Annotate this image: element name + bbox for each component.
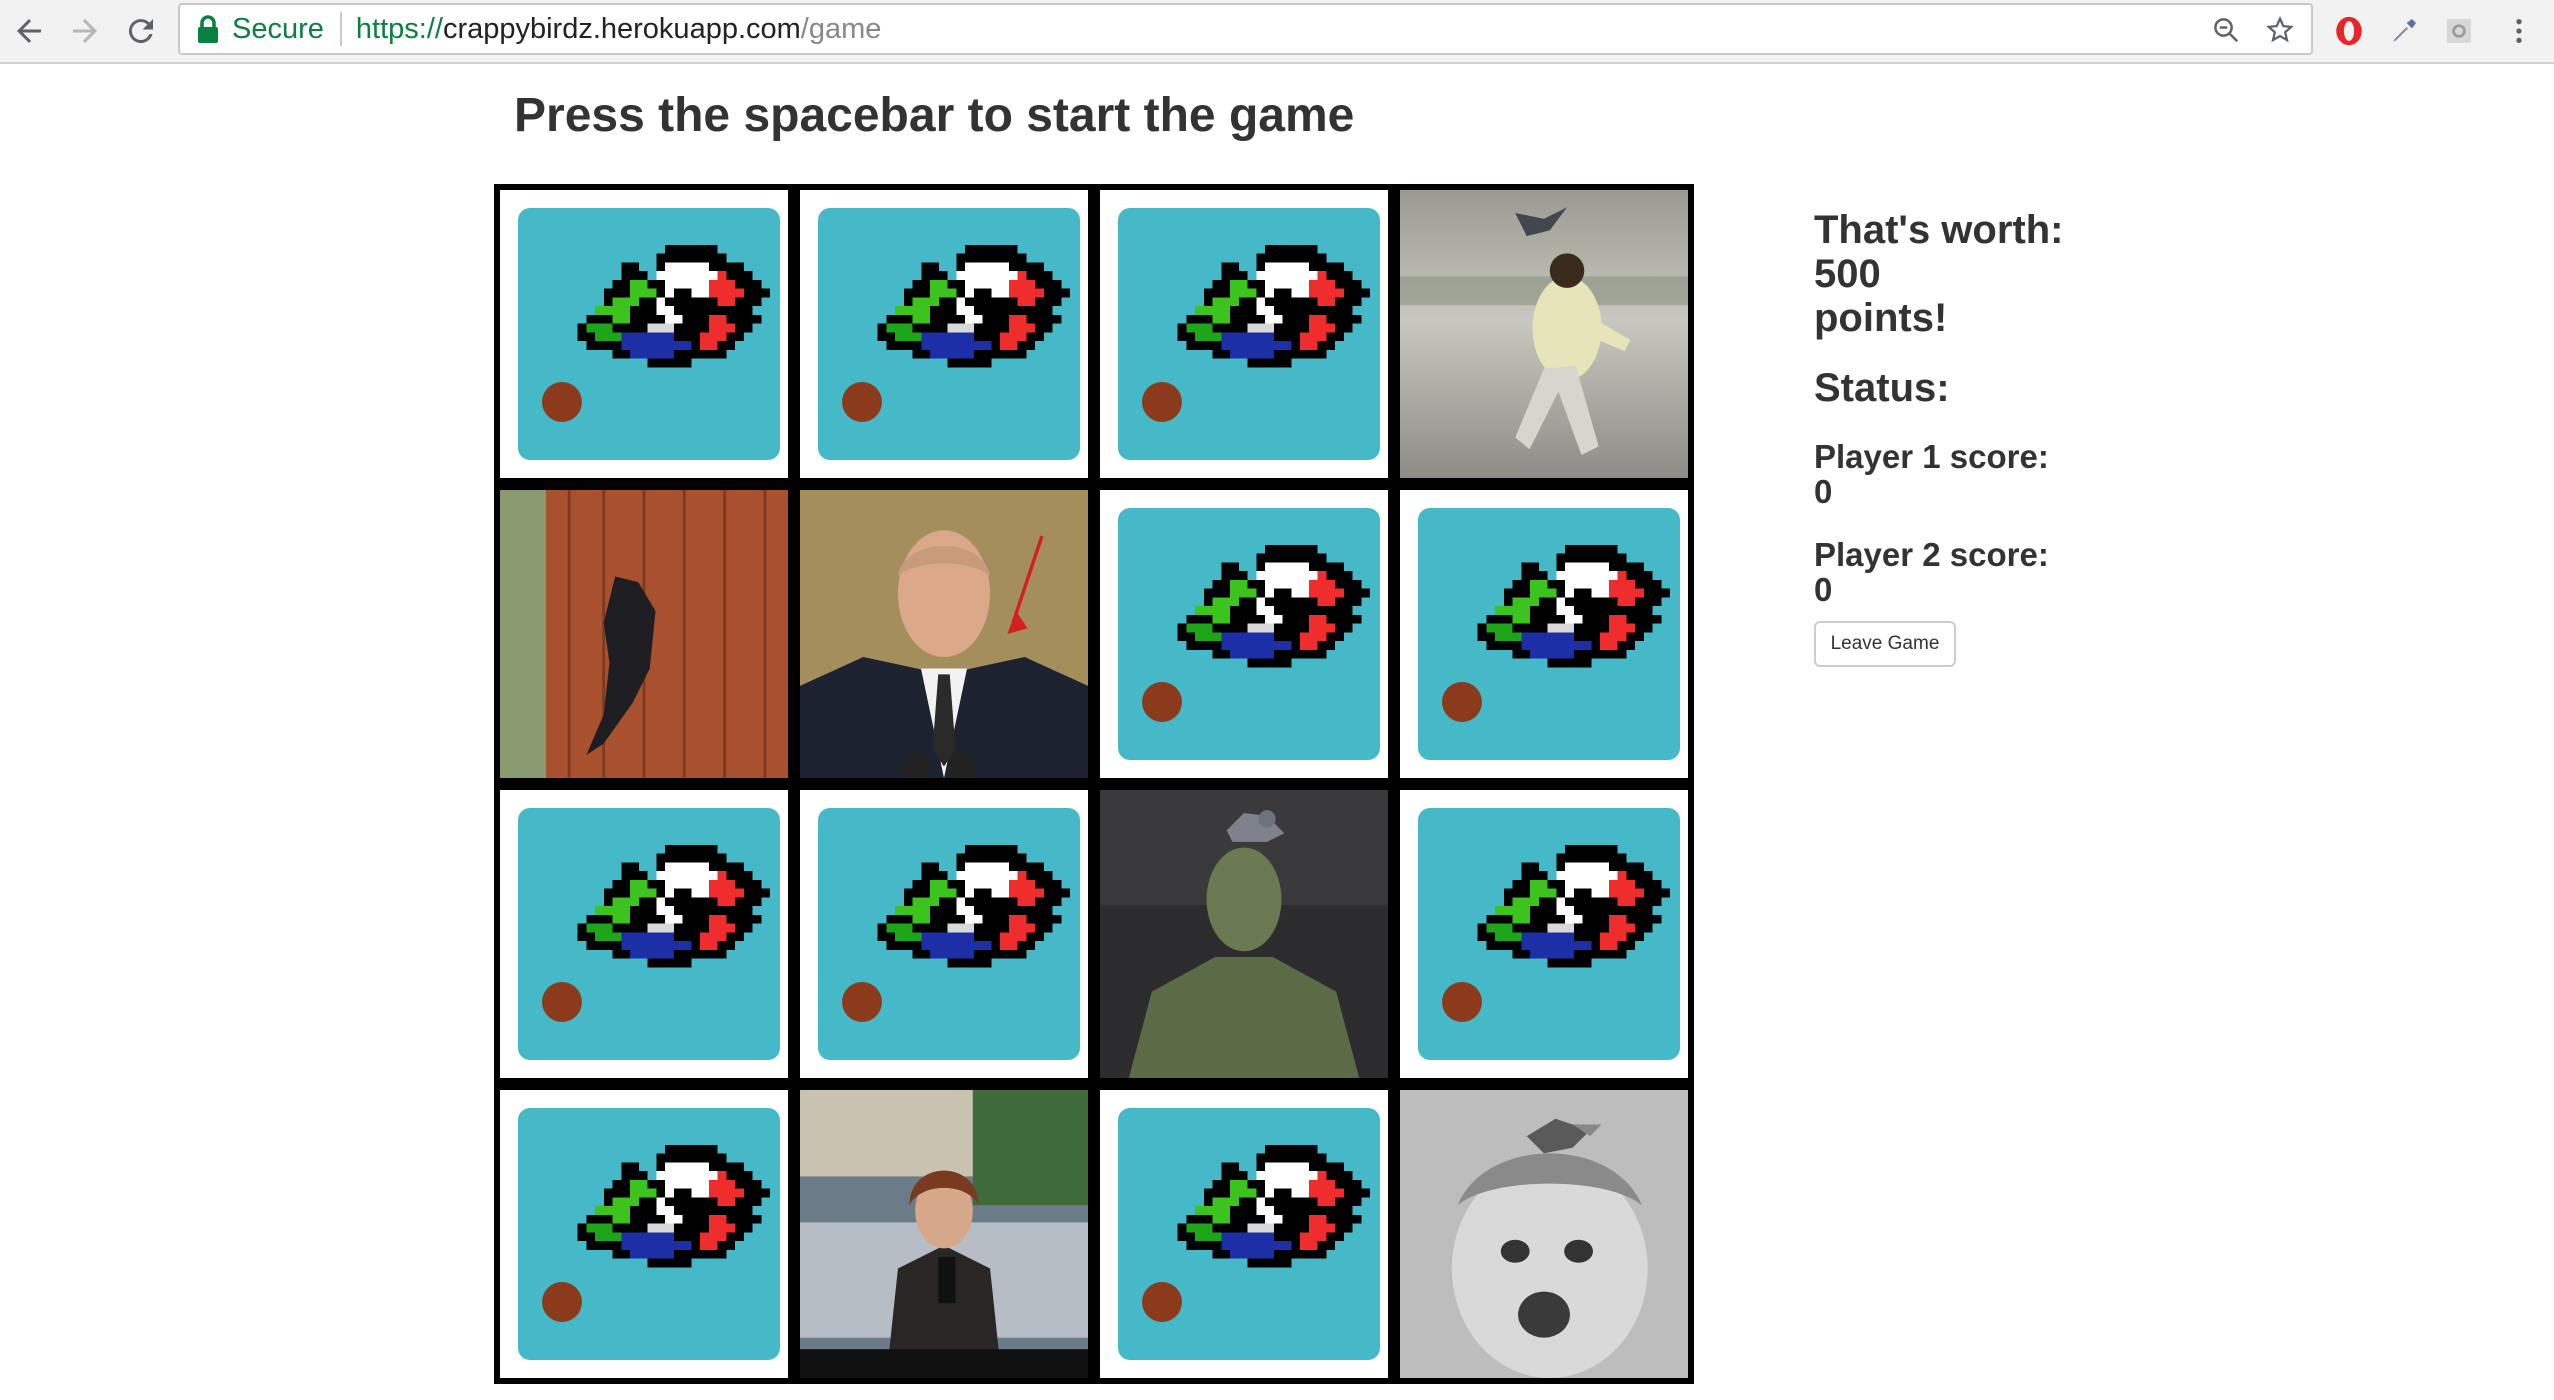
player2-score-label: Player 2 score:: [1814, 536, 2049, 573]
browser-menu-button[interactable]: [2496, 8, 2542, 54]
bird-icon: [1177, 544, 1370, 668]
page-title: Press the spacebar to start the game: [514, 89, 1355, 142]
opera-extension-icon: [2336, 16, 2362, 46]
man-suit-photo: [800, 490, 1088, 778]
zoom-button[interactable]: [2207, 11, 2245, 49]
reload-icon: [128, 19, 153, 44]
url-text[interactable]: https://crappybirdz.herokuapp.com/game: [356, 13, 882, 46]
forward-icon: [73, 19, 97, 43]
card-r3c1[interactable]: [500, 790, 788, 1078]
player1-score-label: Player 1 score:: [1814, 438, 2049, 475]
back-button[interactable]: [6, 8, 52, 54]
seed-icon: [842, 382, 882, 422]
news-reporter-photo: [800, 1090, 1088, 1378]
bird-icon: [577, 1144, 770, 1268]
card-back: [1118, 1108, 1380, 1360]
card-back: [518, 808, 780, 1060]
card-r2c4[interactable]: [1400, 490, 1688, 778]
card-r2c1-crow-fence-photo[interactable]: [500, 490, 788, 778]
address-separator: [339, 12, 342, 46]
worth-prefix: That's worth:: [1814, 208, 2064, 252]
card-r4c4-child-parakeet-photo[interactable]: [1400, 1090, 1688, 1378]
bird-icon: [877, 844, 1070, 968]
worth-points: 500: [1814, 252, 1881, 296]
url-path: /game: [800, 12, 882, 45]
card-r2c2-man-suit-photo[interactable]: [800, 490, 1088, 778]
seed-icon: [1142, 682, 1182, 722]
card-r1c1[interactable]: [500, 190, 788, 478]
seed-icon: [542, 982, 582, 1022]
card-r1c3[interactable]: [1100, 190, 1388, 478]
card-back: [818, 808, 1080, 1060]
worth-text: That's worth: 500 points!: [1814, 208, 2074, 340]
bird-icon: [577, 244, 770, 368]
bird-icon: [577, 844, 770, 968]
status-label: Status:: [1814, 366, 1950, 410]
card-r1c2[interactable]: [800, 190, 1088, 478]
card-r3c4[interactable]: [1400, 790, 1688, 1078]
card-r2c3[interactable]: [1100, 490, 1388, 778]
forward-button[interactable]: [62, 8, 108, 54]
seed-icon: [842, 982, 882, 1022]
card-back: [518, 208, 780, 460]
opera-extension-button[interactable]: [2326, 8, 2372, 54]
bookmark-star-icon: [2266, 15, 2294, 43]
player1-score-value: 0: [1814, 473, 1833, 510]
bird-icon: [877, 244, 1070, 368]
browser-toolbar: Secure https://crappybirdz.herokuapp.com…: [0, 0, 2554, 64]
extension-button[interactable]: [2436, 8, 2482, 54]
card-r4c2-news-reporter-photo[interactable]: [800, 1090, 1088, 1378]
game-board: [494, 184, 1694, 1384]
card-back: [818, 208, 1080, 460]
reload-button[interactable]: [118, 8, 164, 54]
card-r3c2[interactable]: [800, 790, 1088, 1078]
bird-icon: [1177, 244, 1370, 368]
back-icon: [17, 19, 41, 43]
bird-icon: [1477, 844, 1670, 968]
seed-icon: [542, 1282, 582, 1322]
secure-label: Secure: [232, 12, 324, 45]
worth-suffix: points!: [1814, 296, 1948, 340]
game-sidebar: That's worth: 500 points! Status: Player…: [1814, 208, 2074, 667]
seed-icon: [1142, 1282, 1182, 1322]
card-back: [518, 1108, 780, 1360]
crow-fence-photo: [500, 490, 788, 778]
card-r4c1[interactable]: [500, 1090, 788, 1378]
extension-icon: [2447, 19, 2471, 43]
seed-icon: [542, 382, 582, 422]
seed-icon: [1442, 982, 1482, 1022]
bookmark-button[interactable]: [2261, 11, 2299, 49]
card-r3c3-statue-pigeon-photo[interactable]: [1100, 790, 1388, 1078]
eyedropper-extension-button[interactable]: [2381, 8, 2427, 54]
card-back: [1118, 208, 1380, 460]
eyedropper-extension-icon: [2393, 19, 2416, 42]
card-back: [1118, 508, 1380, 760]
card-back: [1418, 508, 1680, 760]
player2-score-value: 0: [1814, 571, 1833, 608]
statue-pigeon-photo: [1100, 790, 1388, 1078]
bird-icon: [1177, 1144, 1370, 1268]
menu-icon: [2516, 19, 2522, 43]
card-r1c4-child-pigeon-photo[interactable]: [1400, 190, 1688, 478]
child-parakeet-photo: [1400, 1090, 1688, 1378]
address-bar[interactable]: Secure https://crappybirdz.herokuapp.com…: [178, 3, 2313, 55]
card-r4c3[interactable]: [1100, 1090, 1388, 1378]
lock-icon: [198, 15, 218, 43]
url-host: crappybirdz.herokuapp.com: [442, 12, 801, 45]
bird-icon: [1477, 544, 1670, 668]
seed-icon: [1442, 682, 1482, 722]
leave-game-button[interactable]: Leave Game: [1814, 621, 1956, 667]
zoom-icon: [2214, 18, 2239, 43]
seed-icon: [1142, 382, 1182, 422]
url-scheme: https://: [355, 12, 443, 45]
child-pigeon-photo: [1400, 190, 1688, 478]
card-back: [1418, 808, 1680, 1060]
